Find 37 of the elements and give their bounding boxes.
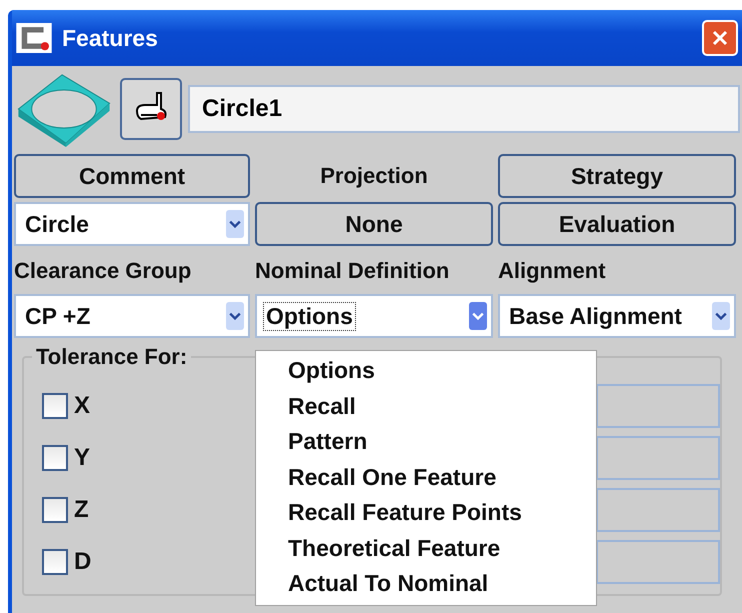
field-label: Alignment <box>498 258 607 284</box>
dropdown-select[interactable]: Options <box>255 294 493 338</box>
field-label: Clearance Group <box>14 258 192 284</box>
input-field[interactable] <box>596 488 720 532</box>
menu-item[interactable]: Actual To Nominal <box>288 566 596 602</box>
menu-item[interactable]: Recall <box>288 388 596 424</box>
input-field[interactable] <box>596 384 720 428</box>
menu-item[interactable]: Recall Feature Points <box>288 495 596 530</box>
checkbox-label: X <box>74 392 90 420</box>
strategy-button[interactable]: Strategy <box>498 154 736 198</box>
comment-button[interactable]: Comment <box>14 154 250 198</box>
menu-item[interactable]: Options <box>288 353 596 388</box>
close-icon <box>710 28 730 48</box>
checkbox[interactable] <box>42 393 68 419</box>
menu-item[interactable]: Recall One Feature <box>288 460 596 495</box>
checkbox-label: D <box>74 548 92 576</box>
checkbox-label: Z <box>74 496 89 524</box>
window-title: Features <box>62 24 159 52</box>
app-icon <box>16 23 52 53</box>
feature-type-select[interactable]: Circle <box>14 202 250 246</box>
checkbox[interactable] <box>42 497 68 523</box>
feature-name-field[interactable]: Circle1 <box>188 85 740 133</box>
evaluation-button[interactable]: Evaluation <box>498 202 736 246</box>
probe-button[interactable] <box>120 78 182 140</box>
input-field[interactable] <box>596 436 720 480</box>
close-button[interactable] <box>702 20 738 56</box>
dropdown-select[interactable]: CP +Z <box>14 294 250 338</box>
checkbox[interactable] <box>42 549 68 575</box>
menu-item[interactable]: Pattern <box>288 424 596 460</box>
checkbox[interactable] <box>42 445 68 471</box>
input-field[interactable] <box>596 540 720 584</box>
projection-label: Projection <box>319 163 429 189</box>
projection-button[interactable]: None <box>255 202 493 246</box>
dropdown-select[interactable]: Base Alignment <box>498 294 736 338</box>
menu-item[interactable]: Theoretical Feature <box>288 530 596 566</box>
field-label: Nominal Definition <box>255 258 450 284</box>
checkbox-label: Y <box>74 444 90 472</box>
